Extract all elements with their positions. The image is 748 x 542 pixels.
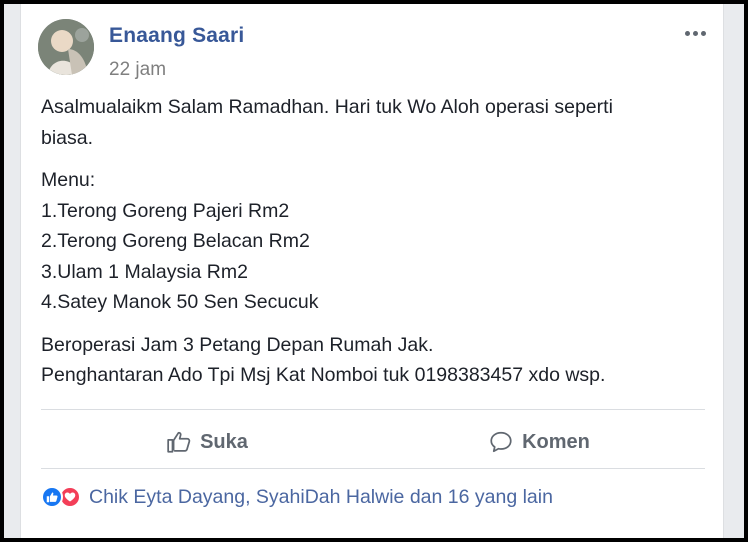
like-button[interactable]: Suka <box>41 414 373 470</box>
heart-icon-glyph <box>64 492 76 502</box>
reactions-summary[interactable]: Chik Eyta Dayang, SyahiDah Halwie dan 16… <box>41 482 553 512</box>
post-timestamp[interactable]: 22 jam <box>109 59 166 81</box>
dot <box>693 30 698 36</box>
reaction-names[interactable]: Chik Eyta Dayang, SyahiDah Halwie dan 16… <box>89 486 553 509</box>
comment-icon <box>490 431 512 453</box>
post-actions-bar: Suka Komen <box>41 414 705 470</box>
screenshot-frame: Enaang Saari 22 jam Asalmualaikm Salam R… <box>4 4 744 538</box>
post-line: Penghantaran Ado Tpi Msj Kat Nomboi tuk … <box>41 364 606 386</box>
avatar[interactable] <box>38 19 94 75</box>
like-icon-glyph <box>46 492 58 503</box>
actions-bottom-divider <box>41 468 705 469</box>
thumbs-up-icon <box>167 431 191 453</box>
post-body: Asalmualaikm Salam Ramadhan. Hari tuk Wo… <box>41 92 711 403</box>
post-intro-paragraph: Asalmualaikm Salam Ramadhan. Hari tuk Wo… <box>41 92 711 153</box>
menu-item: 4.Satey Manok 50 Sen Secucuk <box>41 291 319 313</box>
menu-item: 1.Terong Goreng Pajeri Rm2 <box>41 199 290 222</box>
like-icon <box>41 486 63 508</box>
reaction-icons <box>41 486 81 508</box>
post-line: Beroperasi Jam 3 Petang Depan Rumah Jak. <box>41 333 434 356</box>
post-line: Asalmualaikm Salam Ramadhan. Hari tuk Wo… <box>41 96 613 118</box>
post-line: biasa. <box>41 126 94 149</box>
post-info-paragraph: Beroperasi Jam 3 Petang Depan Rumah Jak.… <box>41 330 711 391</box>
menu-item: 3.Ulam 1 Malaysia Rm2 <box>41 260 248 283</box>
actions-top-divider <box>41 409 705 410</box>
like-button-label: Suka <box>200 430 248 453</box>
comment-button[interactable]: Komen <box>373 414 705 470</box>
post-author[interactable]: Enaang Saari <box>109 24 244 48</box>
dot <box>685 30 690 36</box>
more-options-icon[interactable] <box>685 28 711 38</box>
post-menu-paragraph: Menu: 1.Terong Goreng Pajeri Rm2 2.Teron… <box>41 165 711 318</box>
menu-item: 2.Terong Goreng Belacan Rm2 <box>41 230 310 252</box>
menu-heading: Menu: <box>41 169 96 191</box>
comment-button-label: Komen <box>522 430 590 453</box>
dot <box>701 30 706 36</box>
avatar-image <box>38 19 94 75</box>
post-card: Enaang Saari 22 jam Asalmualaikm Salam R… <box>20 4 724 538</box>
